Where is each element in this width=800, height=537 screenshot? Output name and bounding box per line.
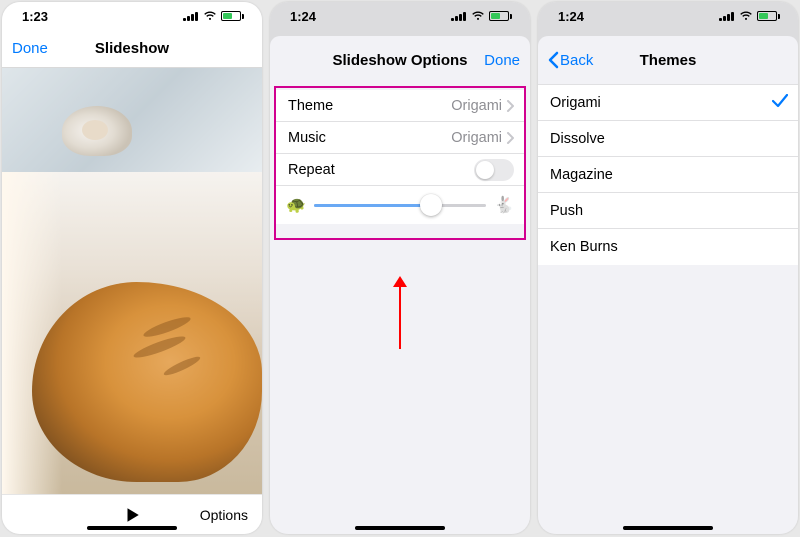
back-label: Back	[560, 52, 593, 69]
status-bar: 1:24	[538, 2, 798, 30]
theme-value: Origami	[451, 98, 502, 114]
speed-slider-row: 🐢 🐇	[276, 186, 524, 224]
wifi-icon	[471, 9, 485, 23]
options-list: Theme Origami Music Origami	[276, 90, 524, 224]
chevron-right-icon	[506, 100, 514, 112]
theme-option[interactable]: Push	[538, 193, 798, 229]
theme-option[interactable]: Ken Burns	[538, 229, 798, 265]
music-label: Music	[288, 130, 326, 146]
status-bar: 1:23	[2, 2, 262, 30]
slideshow-options-screen: 1:24 Slideshow Options Done Theme	[270, 2, 530, 534]
theme-option[interactable]: Origami	[538, 85, 798, 121]
battery-icon	[221, 11, 244, 21]
status-time: 1:23	[22, 9, 48, 24]
sheet-title: Slideshow Options	[332, 52, 467, 69]
chevron-left-icon	[548, 51, 559, 69]
status-time: 1:24	[558, 9, 584, 24]
chevron-right-icon	[506, 132, 514, 144]
done-button[interactable]: Done	[484, 36, 520, 84]
home-indicator[interactable]	[87, 526, 177, 530]
slideshow-screen: 1:23 Done Slideshow Options	[2, 2, 262, 534]
theme-option-label: Magazine	[550, 167, 613, 183]
theme-row[interactable]: Theme Origami	[276, 90, 524, 122]
status-bar: 1:24	[270, 2, 530, 30]
repeat-toggle[interactable]	[474, 159, 514, 181]
sheet-header: Slideshow Options Done	[270, 36, 530, 84]
theme-label: Theme	[288, 98, 333, 114]
theme-option-label: Dissolve	[550, 131, 605, 147]
tortoise-icon: 🐢	[286, 195, 306, 215]
nav-bar: Done Slideshow	[2, 30, 262, 68]
status-icons	[719, 9, 780, 23]
slideshow-viewport[interactable]	[2, 68, 262, 494]
speed-slider[interactable]	[314, 204, 486, 207]
themes-screen: 1:24 Back Themes Origami Dissolve Magazine…	[538, 2, 798, 534]
themes-sheet: Back Themes Origami Dissolve Magazine Push K…	[538, 36, 798, 534]
slider-thumb[interactable]	[420, 194, 442, 216]
repeat-row: Repeat	[276, 154, 524, 186]
sheet-header: Back Themes	[538, 36, 798, 84]
options-sheet: Slideshow Options Done Theme Origami Mus…	[270, 36, 530, 534]
cellular-signal-icon	[183, 11, 199, 21]
theme-option[interactable]: Magazine	[538, 157, 798, 193]
nav-title: Slideshow	[95, 40, 169, 57]
theme-option-label: Origami	[550, 95, 601, 111]
slide-thumbnail-1	[2, 68, 262, 172]
slide-thumbnail-2	[2, 172, 262, 494]
music-row[interactable]: Music Origami	[276, 122, 524, 154]
theme-option[interactable]: Dissolve	[538, 121, 798, 157]
theme-option-label: Push	[550, 203, 583, 219]
wifi-icon	[203, 9, 217, 23]
battery-icon	[489, 11, 512, 21]
home-indicator[interactable]	[623, 526, 713, 530]
options-button[interactable]: Options	[200, 507, 248, 523]
repeat-label: Repeat	[288, 162, 335, 178]
status-icons	[451, 9, 512, 23]
status-time: 1:24	[290, 9, 316, 24]
battery-icon	[757, 11, 780, 21]
cellular-signal-icon	[719, 11, 735, 21]
themes-list: Origami Dissolve Magazine Push Ken Burns	[538, 84, 798, 265]
hare-icon: 🐇	[494, 195, 514, 215]
sheet-title: Themes	[640, 52, 697, 69]
done-button[interactable]: Done	[12, 30, 48, 67]
annotation-arrow-icon	[393, 276, 407, 349]
status-icons	[183, 9, 244, 23]
theme-option-label: Ken Burns	[550, 239, 618, 255]
home-indicator[interactable]	[355, 526, 445, 530]
play-button[interactable]	[123, 506, 141, 524]
wifi-icon	[739, 9, 753, 23]
back-button[interactable]: Back	[548, 36, 593, 84]
music-value: Origami	[451, 130, 502, 146]
annotation-highlight: Theme Origami Music Origami	[274, 86, 526, 240]
cellular-signal-icon	[451, 11, 467, 21]
checkmark-icon	[772, 94, 788, 112]
